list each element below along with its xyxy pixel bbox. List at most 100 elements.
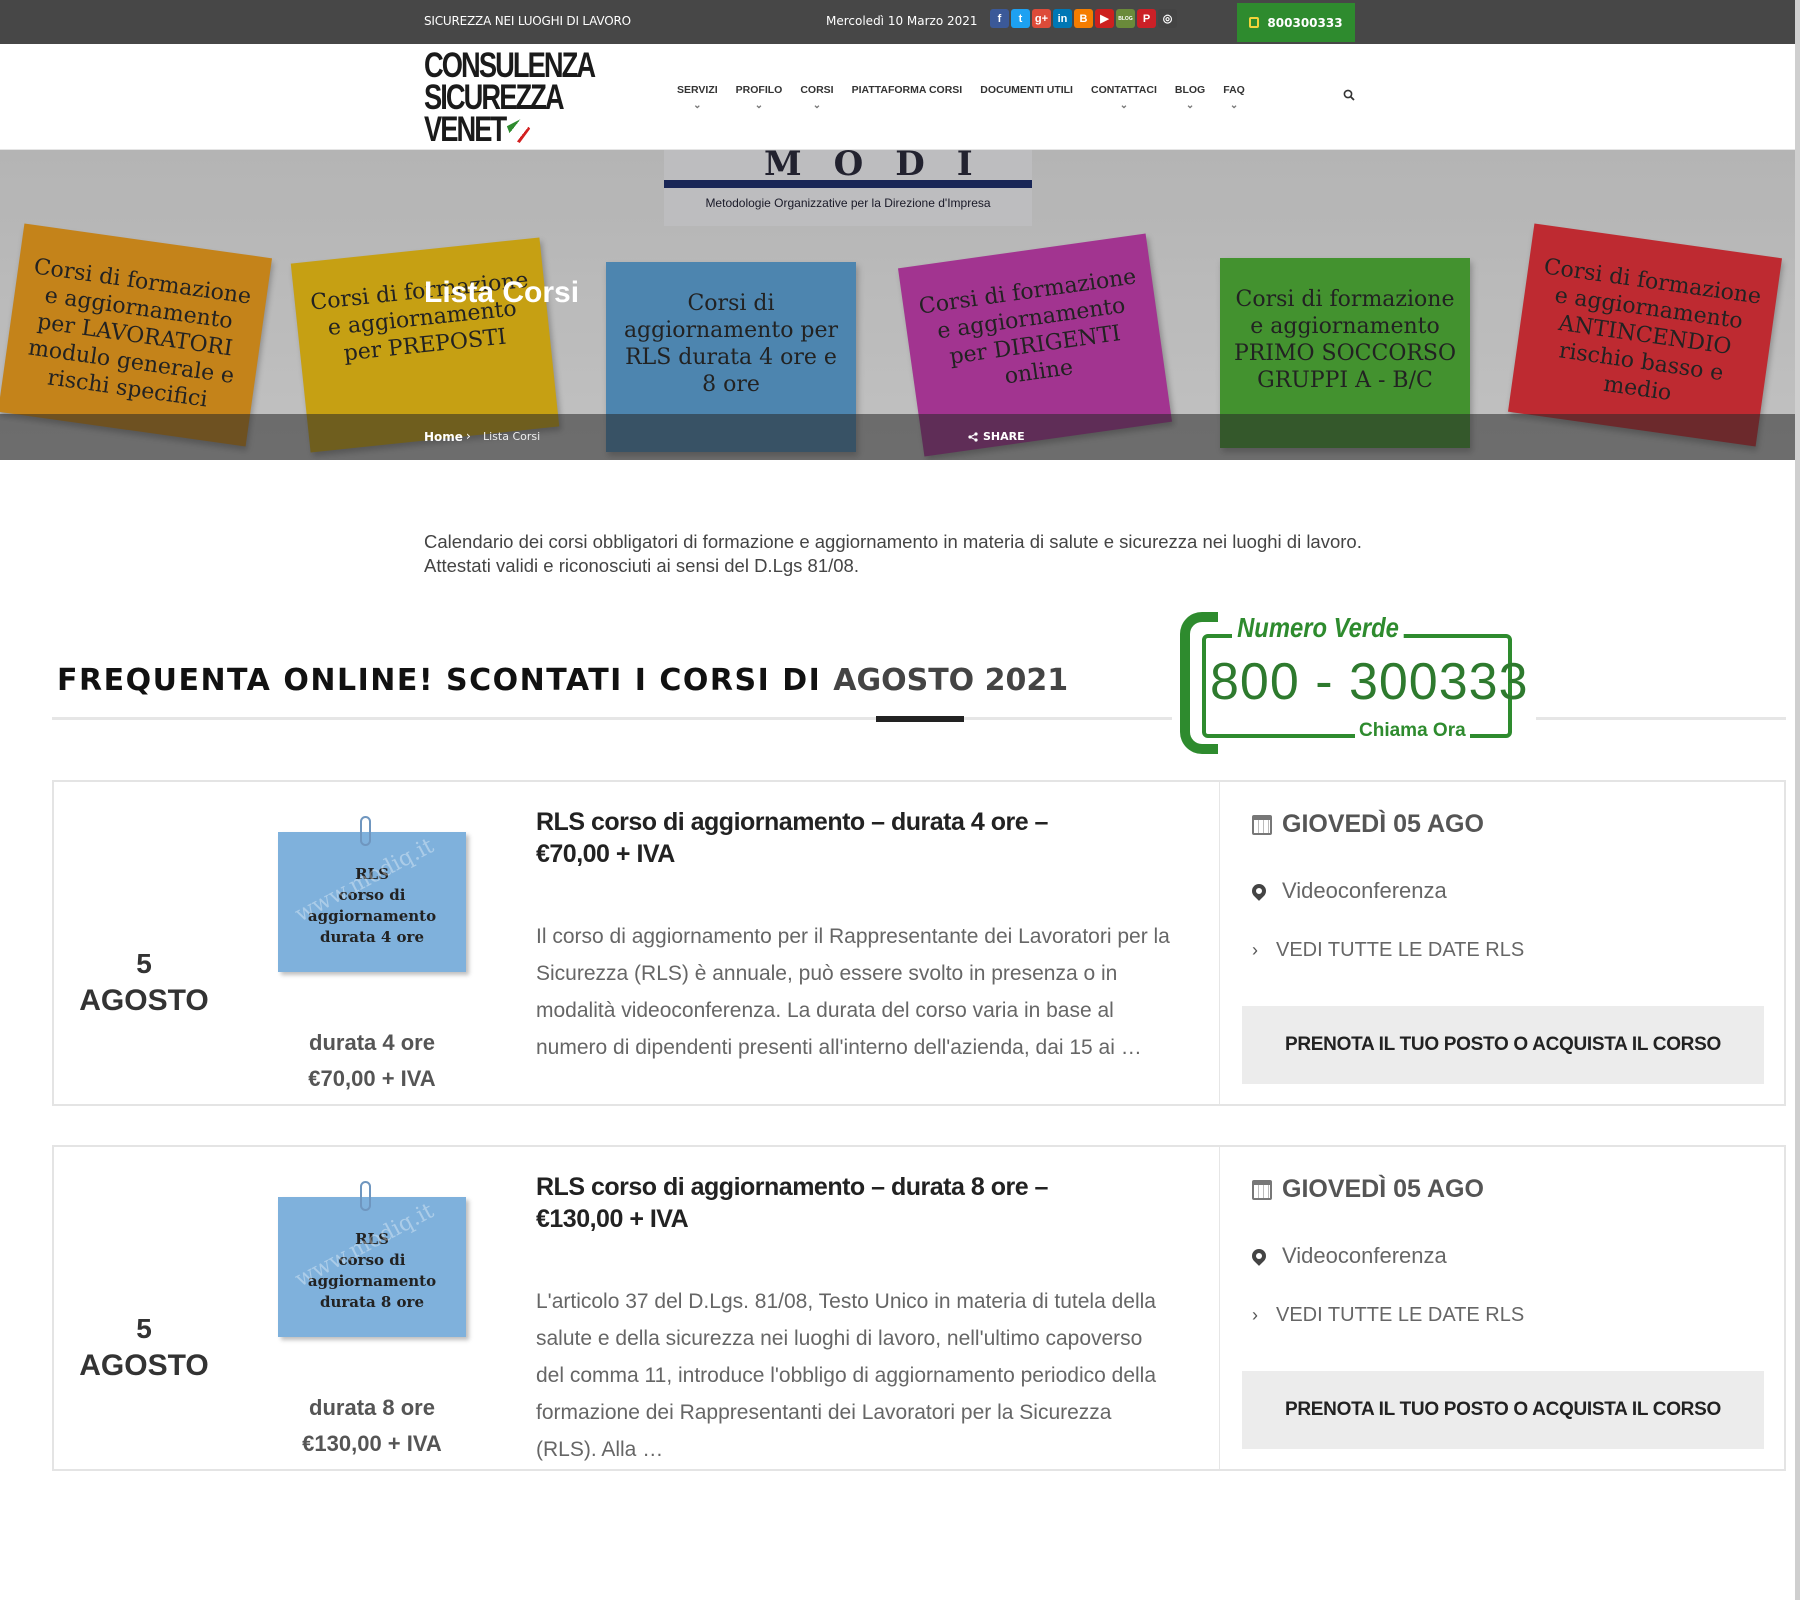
location-pin-icon	[1249, 1246, 1269, 1266]
twitter-icon[interactable]: t	[1011, 9, 1030, 28]
event-duration: durata 8 ore	[309, 1395, 435, 1420]
all-dates-label: VEDI TUTTE LE DATE RLS	[1276, 1304, 1525, 1326]
facebook-icon[interactable]: f	[990, 9, 1009, 28]
event-price: €70,00 + IVA	[308, 1066, 436, 1091]
promo-heading: FREQUENTA ONLINE! SCONTATI I CORSI DI AG…	[57, 663, 1068, 698]
numero-verde-number: 800 - 300333	[1210, 653, 1529, 711]
chevron-down-icon: ⌄	[1185, 100, 1195, 111]
event-month: AGOSTO	[79, 1349, 209, 1382]
all-dates-link[interactable]: › VEDI TUTTE LE DATE RLS	[1252, 1304, 1524, 1327]
calendar-icon	[1252, 814, 1272, 835]
blogger-icon[interactable]: B	[1074, 9, 1093, 28]
nav-item-label: CONTATTACI	[1090, 84, 1157, 96]
book-course-button[interactable]: PRENOTA IL TUO POSTO O ACQUISTA IL CORSO	[1242, 1006, 1764, 1084]
thumbnail-text-line: durata 4 ore	[320, 928, 424, 946]
main-nav: SERVIZI ⌄ PROFILO ⌄ CORSI ⌄ PIATTAFORMA CORSI D…	[668, 84, 1254, 111]
paperclip-icon	[360, 1181, 371, 1211]
all-dates-label: VEDI TUTTE LE DATE RLS	[1276, 939, 1525, 961]
event-description: Il corso di aggiornamento per il Rappres…	[536, 925, 1170, 1059]
breadcrumb-current: Lista Corsi	[483, 430, 541, 443]
pinterest-icon[interactable]: P	[1137, 9, 1156, 28]
event-description: L'articolo 37 del D.Lgs. 81/08, Testo Un…	[536, 1290, 1157, 1461]
share-button[interactable]: SHARE	[968, 430, 1025, 443]
promo-divider-right	[1536, 717, 1786, 720]
numero-verde-call: Chiama Ora	[1355, 720, 1470, 742]
card-divider	[1219, 1147, 1220, 1469]
site-header: CONSULENZA SICUREZZA VENET SERVIZI ⌄ PROFI…	[0, 44, 1800, 150]
event-date: GIOVEDÌ 05 AGO	[1252, 810, 1484, 839]
paperclip-icon	[360, 816, 371, 846]
event-thumbnail[interactable]: www.modiq.it RLS corso di aggiornamento dura…	[278, 816, 466, 972]
event-location-label: Videoconferenza	[1282, 1243, 1447, 1268]
search-icon[interactable]	[1343, 89, 1355, 101]
nav-item-faq[interactable]: FAQ ⌄	[1214, 84, 1254, 111]
chevron-right-icon: ›	[1252, 1305, 1258, 1325]
page-title: Lista Corsi	[424, 276, 580, 309]
logo-line-3: VENET	[424, 110, 507, 149]
instagram-icon[interactable]: ◎	[1158, 9, 1177, 28]
event-card: 5 AGOSTO www.modiq.it RLS corso di aggiorname…	[52, 780, 1786, 1106]
book-course-button[interactable]: PRENOTA IL TUO POSTO O ACQUISTA IL CORSO	[1242, 1371, 1764, 1449]
nav-item-contattaci[interactable]: CONTATTACI ⌄	[1082, 84, 1166, 111]
nav-item-label: CORSI	[800, 84, 834, 96]
blog-icon[interactable]: BLOG	[1116, 9, 1135, 28]
nav-item-label: FAQ	[1223, 84, 1245, 96]
thumbnail-text-line: durata 8 ore	[320, 1293, 424, 1311]
promo-accent-bar	[876, 716, 964, 722]
nav-item-label: PROFILO	[735, 84, 783, 96]
numero-verde-title: Numero Verde	[1232, 612, 1405, 644]
card-divider	[1219, 782, 1220, 1104]
event-date: GIOVEDÌ 05 AGO	[1252, 1175, 1484, 1204]
event-card: 5 AGOSTO www.modiq.it RLS corso di aggiorname…	[52, 1145, 1786, 1471]
youtube-icon[interactable]: ▶	[1095, 9, 1114, 28]
chevron-down-icon: ⌄	[1229, 100, 1239, 111]
all-dates-link[interactable]: › VEDI TUTTE LE DATE RLS	[1252, 939, 1524, 962]
top-tagline: SICUREZZA NEI LUOGHI DI LAVORO	[424, 14, 631, 28]
location-pin-icon	[1249, 881, 1269, 901]
nav-item-label: BLOG	[1174, 84, 1206, 96]
current-date: Mercoledì 10 Marzo 2021	[826, 14, 978, 28]
breadcrumb-home[interactable]: Home	[424, 430, 463, 444]
italy-map-icon	[506, 119, 531, 143]
event-duration: durata 4 ore	[309, 1030, 435, 1055]
event-month: AGOSTO	[79, 984, 209, 1017]
social-links: f t g+ in B ▶ BLOG P ◎	[990, 9, 1177, 28]
chevron-down-icon: ⌄	[1119, 100, 1129, 111]
chevron-down-icon: ⌄	[754, 100, 764, 111]
nav-item-corsi[interactable]: CORSI ⌄	[791, 84, 842, 111]
site-logo[interactable]: CONSULENZA SICUREZZA VENET	[424, 48, 596, 149]
nav-item-piattaforma-corsi[interactable]: PIATTAFORMA CORSI	[843, 84, 972, 110]
nav-item-blog[interactable]: BLOG ⌄	[1166, 84, 1214, 111]
event-date-label: GIOVEDÌ 05 AGO	[1282, 1175, 1484, 1203]
nav-item-profilo[interactable]: PROFILO ⌄	[727, 84, 792, 111]
share-icon	[968, 431, 978, 442]
nav-item-servizi[interactable]: SERVIZI ⌄	[668, 84, 727, 111]
nav-item-label: DOCUMENTI UTILI	[980, 84, 1073, 96]
chevron-right-icon: ›	[1252, 940, 1258, 960]
nav-item-label: SERVIZI	[677, 84, 718, 96]
top-bar: SICUREZZA NEI LUOGHI DI LAVORO Mercoledì…	[0, 0, 1800, 44]
event-thumbnail[interactable]: www.modiq.it RLS corso di aggiornamento dura…	[278, 1181, 466, 1337]
intro-text: Calendario dei corsi obbligatori di form…	[424, 531, 1362, 576]
promo-text: FREQUENTA ONLINE! SCONTATI I CORSI DI	[57, 663, 834, 698]
promo-highlight: AGOSTO 2021	[833, 663, 1069, 698]
linkedin-icon[interactable]: in	[1053, 9, 1072, 28]
phone-button[interactable]: 800300333	[1237, 3, 1355, 42]
google-plus-icon[interactable]: g+	[1032, 9, 1051, 28]
chevron-down-icon: ⌄	[693, 100, 702, 111]
phone-number: 800300333	[1267, 15, 1343, 30]
breadcrumb-separator: ›	[466, 429, 471, 443]
numero-verde-badge[interactable]: Numero Verde 800 - 300333 Chiama Ora	[1180, 612, 1536, 760]
phone-icon	[1249, 17, 1260, 28]
nav-item-documenti-utili[interactable]: DOCUMENTI UTILI	[971, 84, 1082, 110]
chevron-down-icon: ⌄	[812, 100, 822, 111]
promo-divider	[52, 717, 1172, 720]
event-date-label: GIOVEDÌ 05 AGO	[1282, 810, 1484, 838]
event-location: Videoconferenza	[1249, 1243, 1447, 1269]
event-title[interactable]: RLS corso di aggiornamento – durata 4 or…	[536, 806, 1106, 870]
calendar-icon	[1252, 1179, 1272, 1200]
event-price: €130,00 + IVA	[302, 1431, 442, 1456]
scrollbar-edge[interactable]	[1795, 0, 1800, 1600]
event-title[interactable]: RLS corso di aggiornamento – durata 8 or…	[536, 1171, 1106, 1235]
event-location: Videoconferenza	[1249, 878, 1447, 904]
